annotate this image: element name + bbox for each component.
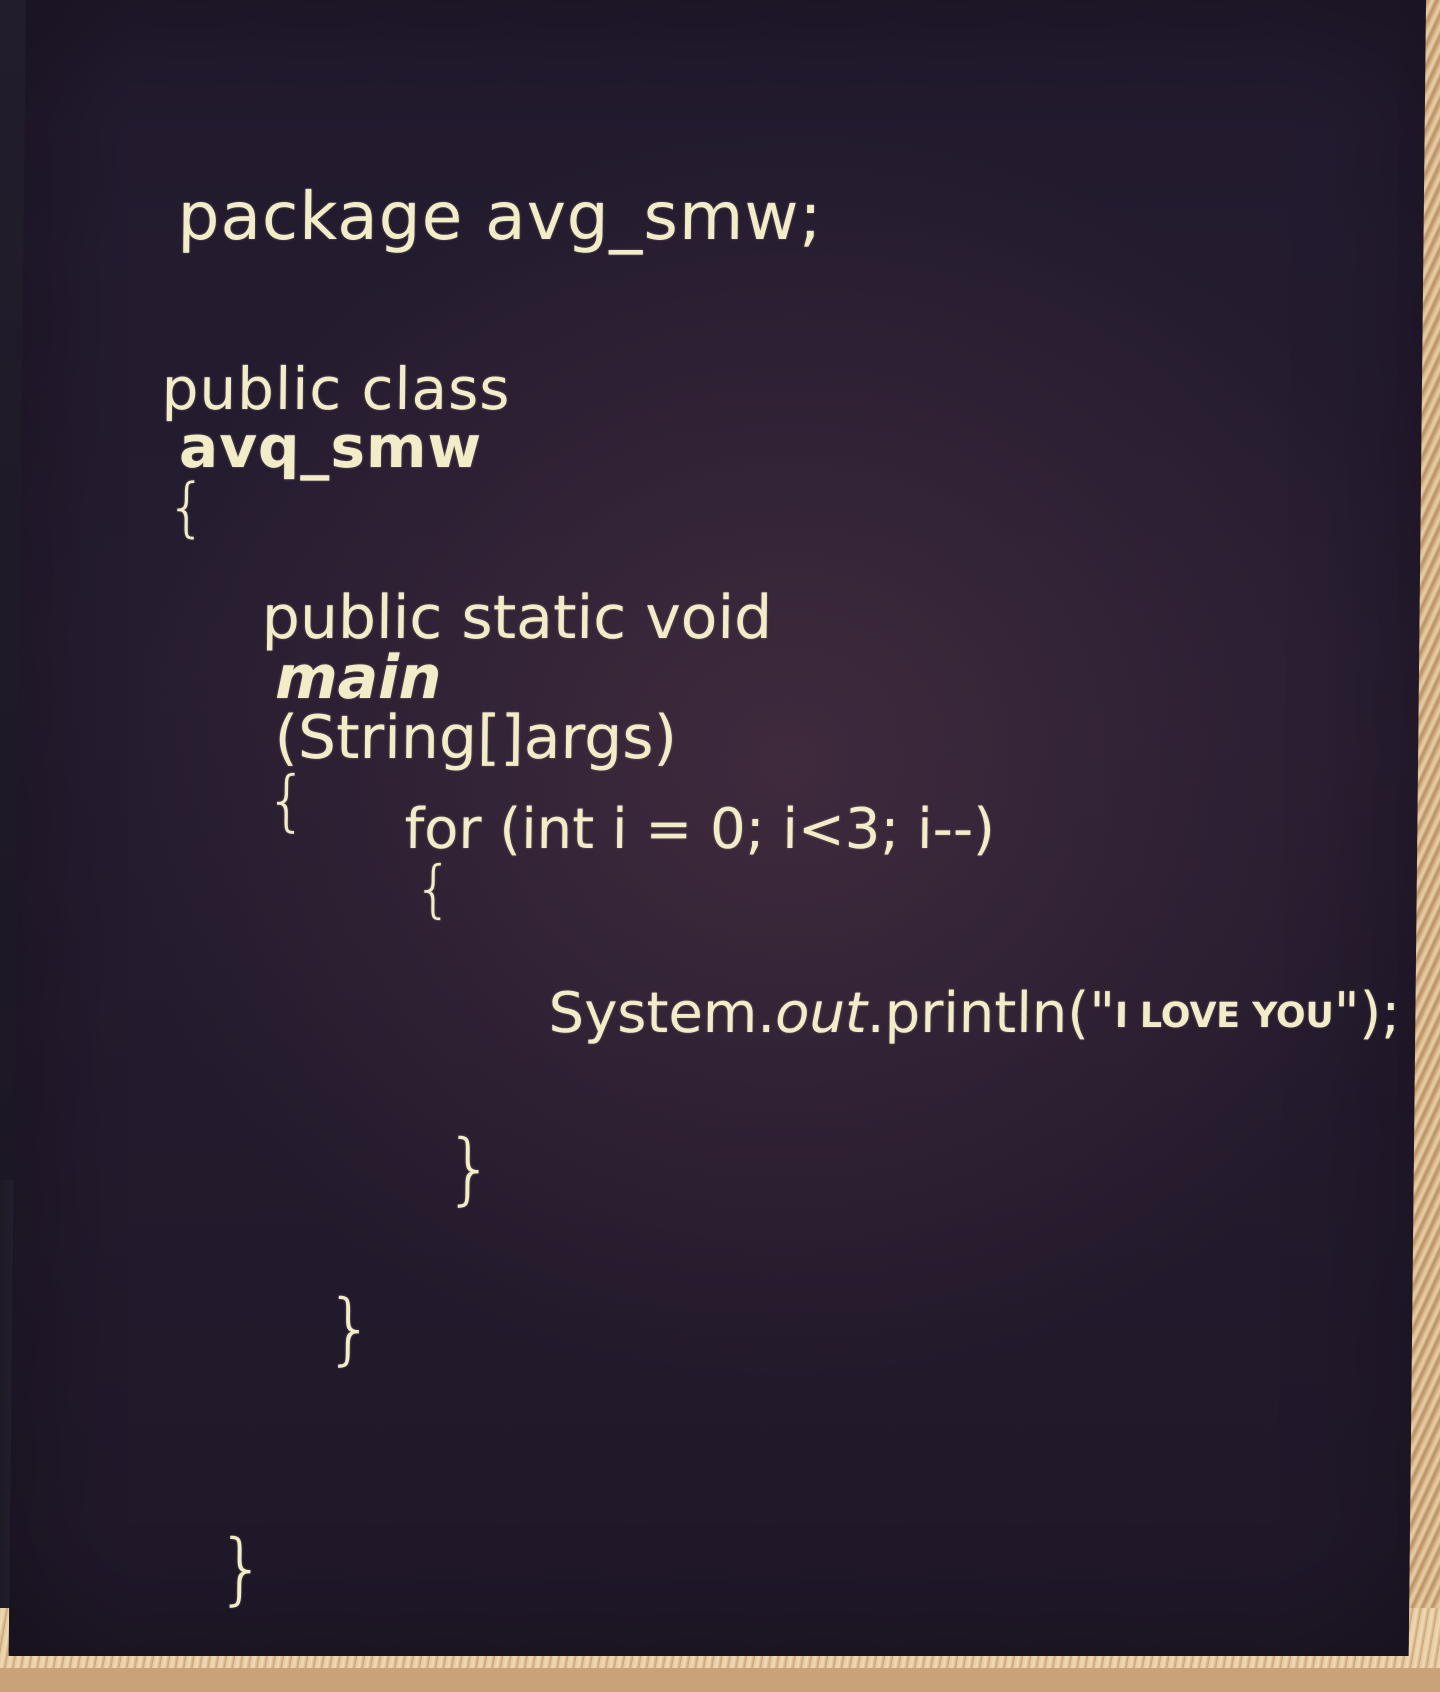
package-statement: package avg_smw; [177,178,823,255]
close-brace-main: } [221,1212,377,1446]
for-open-brace: { [413,852,454,925]
chalkboard-poster: package avg_smw; public class avq_smw { … [8,0,1427,1656]
main-close-brace: } [324,1284,377,1374]
main-open-brace: { [265,762,309,839]
class-name: avq_smw [178,413,483,481]
println-string-literal: I LOVE YOU [1114,995,1334,1036]
class-close-brace: } [216,1524,268,1614]
for-loop-header: for (int i = 0; i<3; i--) [404,797,996,862]
code-line-package: package avg_smw; [89,118,824,316]
close-brace-class: } [112,1452,268,1686]
println-out: out [774,981,868,1046]
code-line-println: System.out.println("I LOVE YOU"); [477,930,1402,1098]
println-call: .println(" [866,981,1116,1046]
println-system: System. [548,981,776,1046]
println-end: "); [1333,981,1401,1046]
for-close-brace: } [444,1124,497,1214]
